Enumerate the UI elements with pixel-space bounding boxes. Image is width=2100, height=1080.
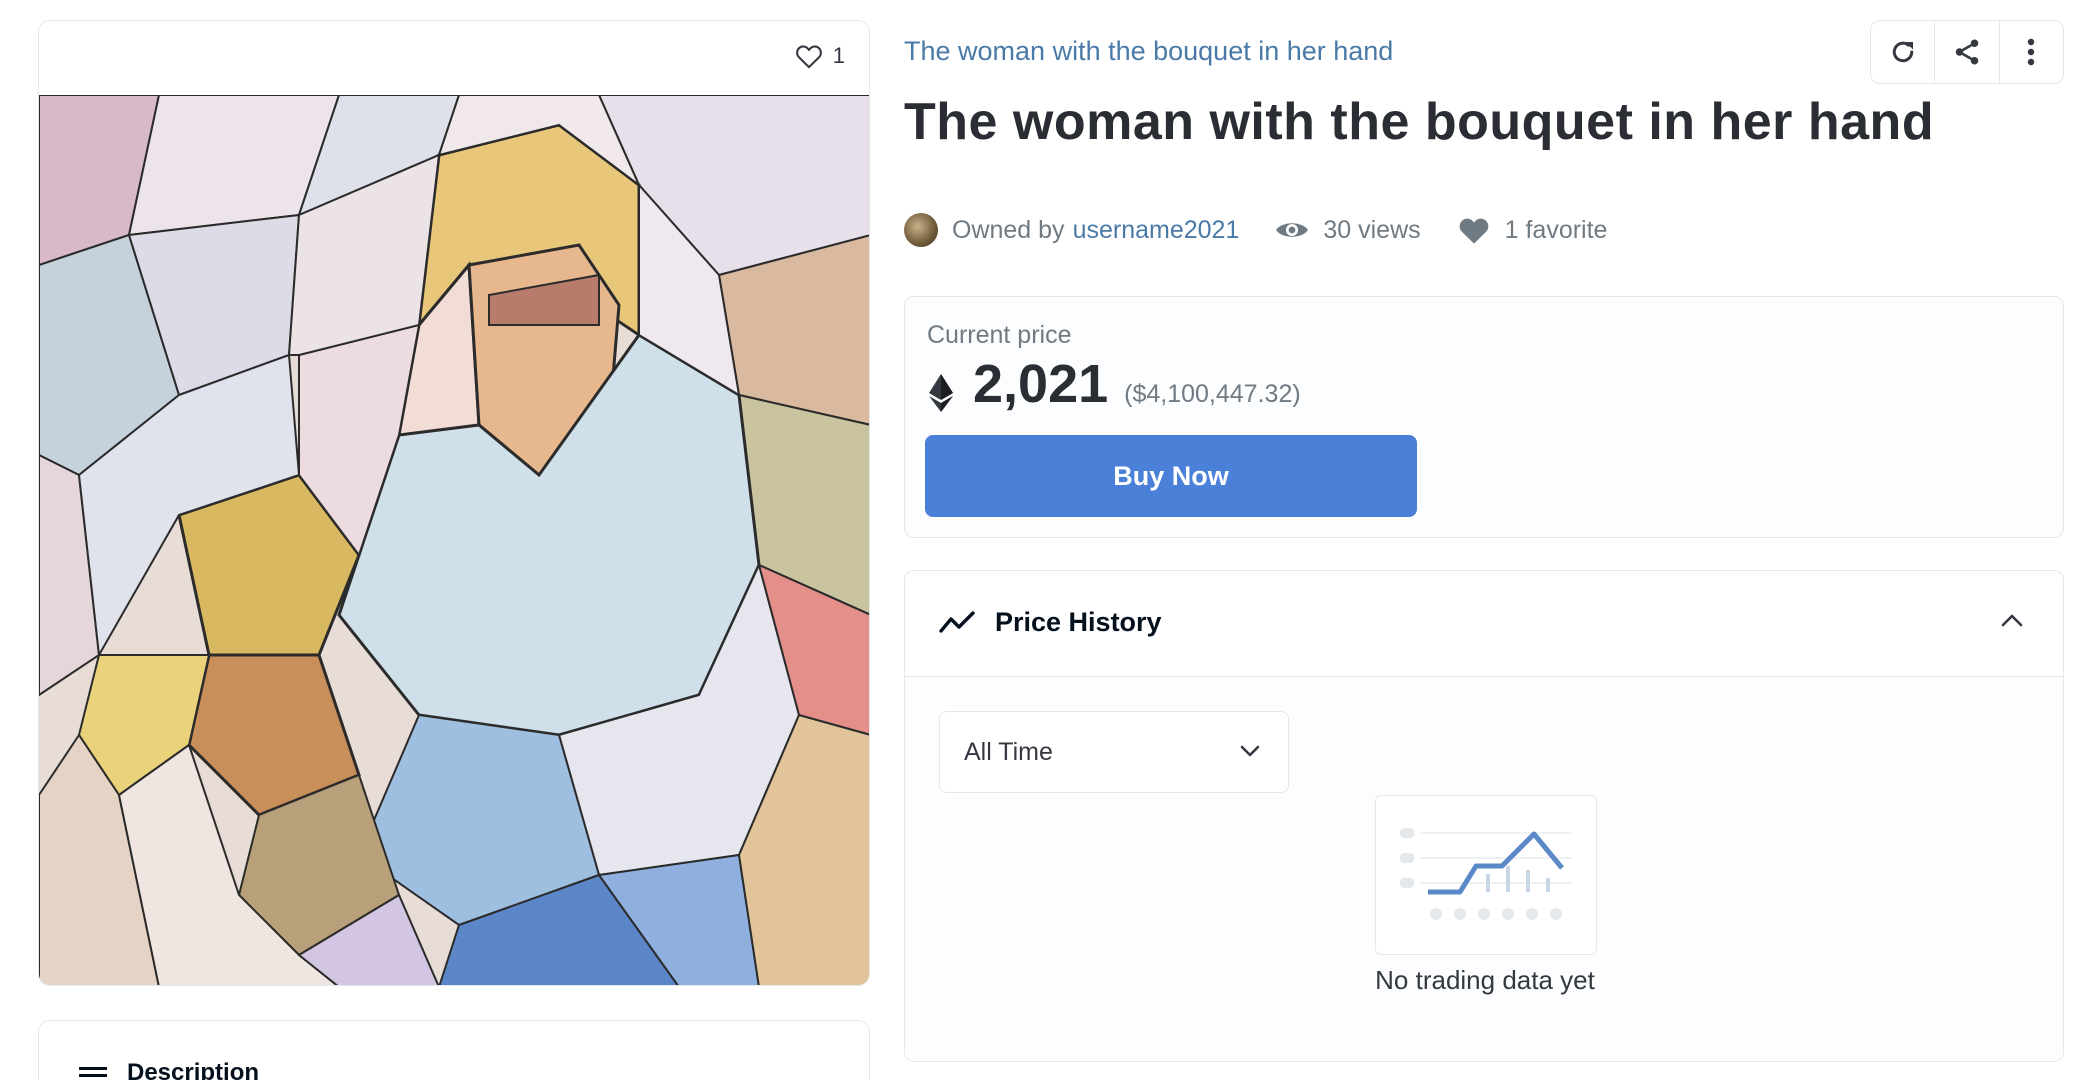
menu-lines-icon	[79, 1067, 107, 1077]
share-button[interactable]	[1935, 21, 2000, 83]
price-card: Current price 2,021 ($4,100,447.32) Buy …	[904, 296, 2064, 538]
price-row: 2,021 ($4,100,447.32)	[929, 353, 1301, 415]
views-text: 30 views	[1323, 215, 1421, 244]
chart-placeholder-icon	[1400, 828, 1572, 920]
description-title: Description	[127, 1059, 260, 1080]
eye-icon	[1276, 223, 1309, 237]
item-toolbar	[1870, 20, 2064, 84]
current-price-label: Current price	[927, 321, 1072, 349]
chevron-up-icon[interactable]	[2001, 613, 2023, 627]
views-count: 30 views	[1275, 215, 1421, 245]
price-history-title: Price History	[995, 607, 1162, 637]
trending-icon	[939, 611, 975, 633]
ethereum-icon	[929, 374, 953, 412]
owner-avatar[interactable]	[904, 213, 938, 247]
time-range-value: All Time	[964, 737, 1053, 766]
more-options-button[interactable]	[2000, 21, 2063, 83]
time-range-select[interactable]: All Time	[939, 711, 1289, 793]
item-title: The woman with the bouquet in her hand	[904, 93, 1935, 151]
owner-link[interactable]: username2021	[1073, 216, 1240, 245]
heart-filled-icon	[1459, 218, 1488, 244]
refresh-button[interactable]	[1871, 21, 1936, 83]
more-vertical-icon	[2028, 38, 2035, 66]
price-history-body: All Time No trading data yet	[905, 677, 2063, 1061]
refresh-icon	[1892, 41, 1913, 63]
favorites-text: 1 favorite	[1504, 215, 1608, 244]
favorite-button[interactable]: 1	[795, 43, 845, 69]
stained-glass-artwork	[39, 95, 869, 985]
empty-chart-illustration	[1375, 795, 1597, 955]
price-value: 2,021	[973, 354, 1109, 414]
favorite-count: 1	[832, 43, 845, 68]
collection-link[interactable]: The woman with the bouquet in her hand	[904, 36, 1393, 67]
description-card[interactable]: Description	[38, 1020, 870, 1080]
item-meta: Owned by username2021 30 views 1 favorit…	[904, 212, 1607, 248]
buy-now-button[interactable]: Buy Now	[925, 435, 1417, 517]
share-icon	[1955, 39, 1979, 65]
price-history-header[interactable]: Price History	[905, 571, 2063, 677]
price-usd: ($4,100,447.32)	[1124, 380, 1301, 408]
artwork-image[interactable]	[39, 95, 869, 985]
artwork-card: 1	[38, 20, 870, 986]
heart-outline-icon	[795, 45, 822, 69]
price-history-panel: Price History All Time No trading data y…	[904, 570, 2064, 1062]
owned-by-label: Owned by	[952, 215, 1065, 244]
artwork-card-header: 1	[39, 21, 869, 95]
chevron-down-icon	[1240, 745, 1260, 757]
favorites-count[interactable]: 1 favorite	[1457, 215, 1608, 245]
no-trading-data-text: No trading data yet	[1375, 965, 1595, 995]
